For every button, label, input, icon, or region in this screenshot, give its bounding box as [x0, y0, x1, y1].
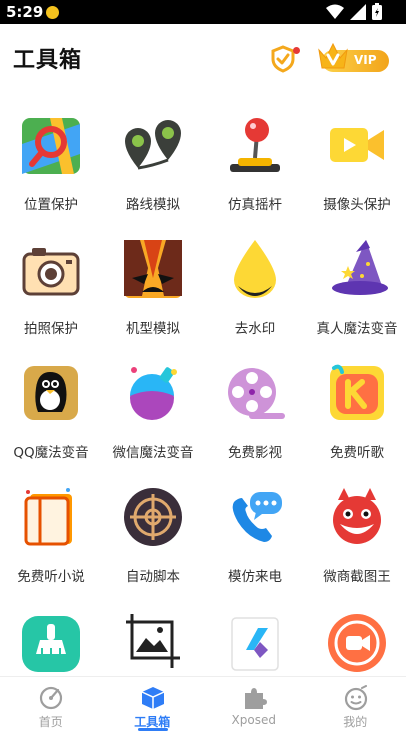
vip-label: VIP — [354, 53, 377, 67]
tool-label: 机型模拟 — [102, 317, 204, 337]
tool-free-music[interactable]: 免费听歌 — [306, 348, 406, 458]
tool-joystick[interactable]: 仿真摇杆 — [204, 100, 306, 210]
tool-label: 模仿来电 — [204, 565, 306, 585]
tool-label: 微商截图王 — [306, 565, 406, 585]
tool-label: 摄像头保护 — [306, 193, 406, 213]
smiley-icon — [343, 685, 369, 711]
page-title: 工具箱 — [13, 42, 82, 74]
tool-label: 拍照保护 — [0, 317, 102, 337]
phone-chat-icon — [224, 486, 286, 548]
puzzle-icon — [241, 685, 267, 711]
music-k-icon — [326, 362, 388, 424]
map-pin-icon — [20, 114, 82, 176]
tool-route-simulate[interactable]: 路线模拟 — [102, 100, 204, 210]
tool-label: 微信魔法变音 — [102, 441, 204, 461]
vip-button[interactable]: VIP — [316, 40, 390, 74]
tab-xposed[interactable]: Xposed — [203, 677, 305, 732]
tool-label: 免费听歌 — [306, 441, 406, 461]
tab-label: Xposed — [203, 713, 305, 727]
tool-label: QQ魔法变音 — [0, 441, 102, 461]
tool-label: 路线模拟 — [102, 193, 204, 213]
protection-button[interactable] — [270, 45, 300, 75]
signal-icon — [350, 4, 366, 20]
tool-screenshot-king[interactable]: 微商截图王 — [306, 472, 406, 582]
tool-fake-call[interactable]: 模仿来电 — [204, 472, 306, 582]
mask-icon — [122, 238, 184, 300]
route-pins-icon — [122, 114, 184, 176]
tab-toolbox[interactable]: 工具箱 — [102, 677, 204, 732]
book-icon — [20, 486, 82, 548]
app-header: 工具箱 VIP — [0, 24, 406, 88]
tool-label: 免费影视 — [204, 441, 306, 461]
tool-photo-protect[interactable]: 拍照保护 — [0, 224, 102, 334]
tool-remove-watermark[interactable]: 去水印 — [204, 224, 306, 334]
camera-icon — [20, 238, 82, 300]
notification-dot — [293, 47, 300, 54]
wizard-hat-icon — [326, 238, 388, 300]
tab-label: 我的 — [305, 713, 406, 730]
drop-icon — [224, 238, 286, 300]
penguin-icon — [20, 362, 82, 424]
flutter-icon — [224, 610, 286, 672]
home-icon — [38, 685, 64, 711]
screen-record-icon — [326, 610, 388, 672]
target-icon — [122, 486, 184, 548]
film-reel-icon — [224, 362, 286, 424]
wifi-icon — [326, 4, 344, 20]
broom-icon — [20, 610, 82, 672]
video-camera-icon — [326, 114, 388, 176]
tool-wechat-voice-change[interactable]: 微信魔法变音 — [102, 348, 204, 458]
notification-icon — [46, 6, 59, 19]
joystick-icon — [224, 114, 286, 176]
tool-label: 真人魔法变音 — [306, 317, 406, 337]
tab-home[interactable]: 首页 — [0, 677, 102, 732]
status-time: 5:29 — [6, 3, 43, 21]
tool-auto-script[interactable]: 自动脚本 — [102, 472, 204, 582]
crop-image-icon — [122, 610, 184, 672]
tool-label: 自动脚本 — [102, 565, 204, 585]
tool-qq-voice-change[interactable]: QQ魔法变音 — [0, 348, 102, 458]
tool-free-video[interactable]: 免费影视 — [204, 348, 306, 458]
tool-free-novel[interactable]: 免费听小说 — [0, 472, 102, 582]
tool-label: 去水印 — [204, 317, 306, 337]
tab-mine[interactable]: 我的 — [305, 677, 406, 732]
status-icons — [326, 3, 382, 20]
tool-label: 位置保护 — [0, 193, 102, 213]
status-bar: 5:29 — [0, 0, 406, 24]
bottom-tab-bar: 首页 工具箱 Xposed 我的 — [0, 676, 406, 731]
potion-icon — [122, 362, 184, 424]
tool-label: 仿真摇杆 — [204, 193, 306, 213]
tool-device-model[interactable]: 机型模拟 — [102, 224, 204, 334]
tool-location-protect[interactable]: 位置保护 — [0, 100, 102, 210]
clown-icon — [326, 486, 388, 548]
tool-label: 免费听小说 — [0, 565, 102, 585]
tab-label: 首页 — [0, 713, 102, 730]
tool-camera-protect[interactable]: 摄像头保护 — [306, 100, 406, 210]
crown-icon — [316, 40, 350, 72]
tool-real-voice-change[interactable]: 真人魔法变音 — [306, 224, 406, 334]
box-icon — [140, 685, 166, 711]
battery-icon — [372, 3, 382, 20]
